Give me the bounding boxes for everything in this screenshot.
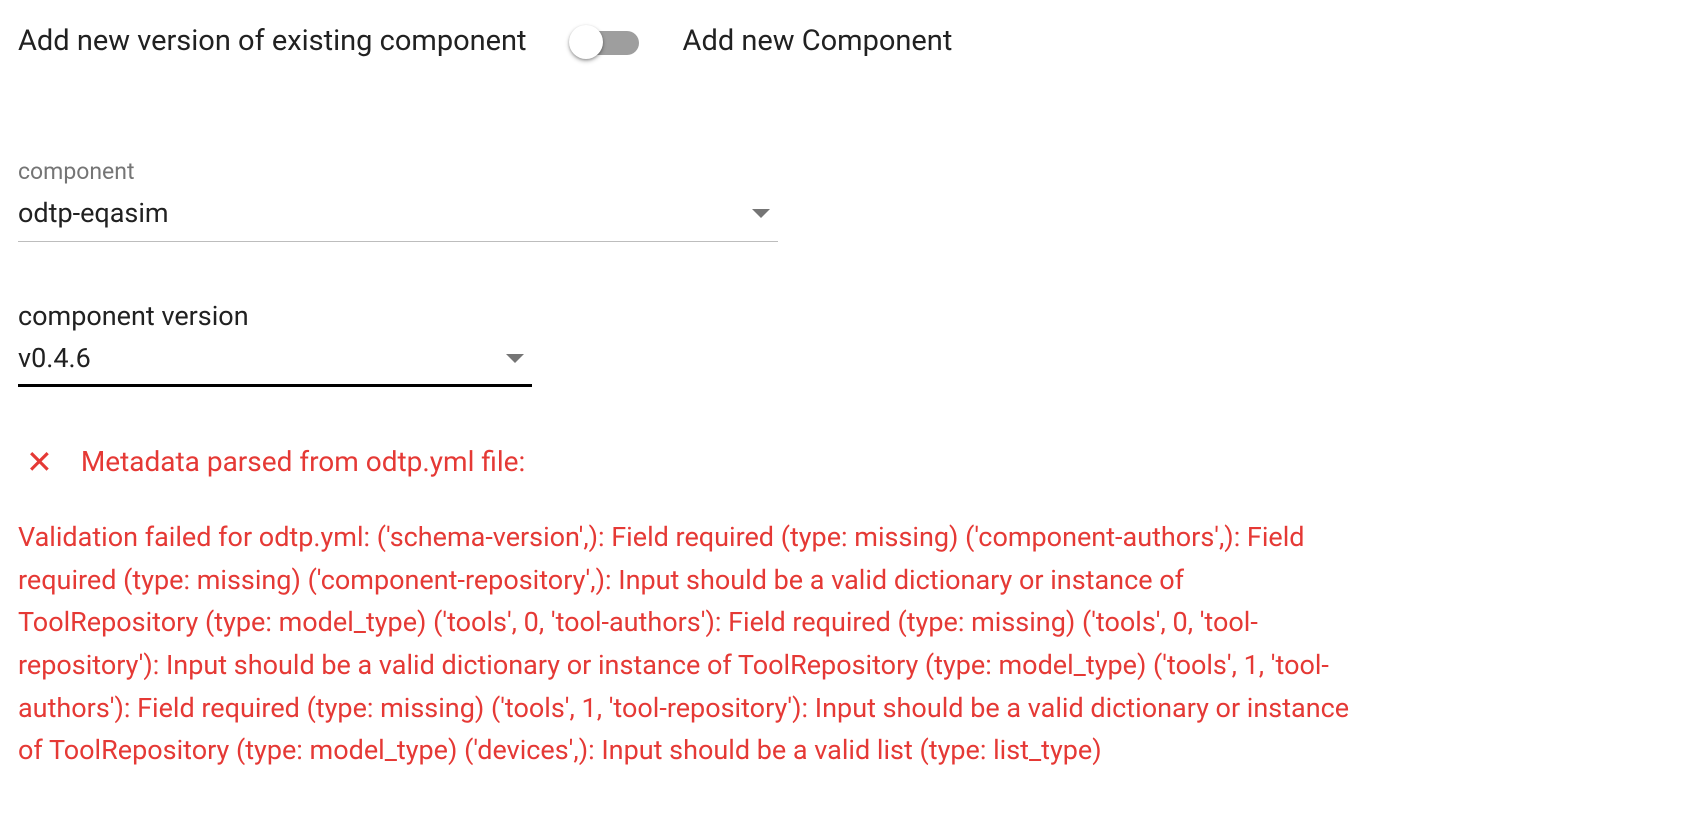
error-header: ✕ Metadata parsed from odtp.yml file: (18, 445, 1690, 478)
component-select-value: odtp-eqasim (18, 197, 169, 229)
component-label: component (18, 158, 1690, 185)
version-label: component version (18, 300, 1690, 332)
component-select[interactable]: odtp-eqasim (18, 193, 778, 242)
close-icon: ✕ (18, 446, 53, 478)
mode-toggle[interactable] (571, 27, 639, 55)
error-message: Validation failed for odtp.yml: ('schema… (18, 516, 1358, 772)
toggle-label-right: Add new Component (683, 24, 953, 58)
version-select-value: v0.4.6 (18, 342, 91, 374)
chevron-down-icon (752, 209, 770, 218)
toggle-label-left: Add new version of existing component (18, 24, 527, 58)
chevron-down-icon (506, 354, 524, 363)
error-title: Metadata parsed from odtp.yml file: (81, 445, 525, 478)
version-select[interactable]: v0.4.6 (18, 338, 532, 387)
version-field-group: component version v0.4.6 (18, 300, 1690, 387)
mode-toggle-row: Add new version of existing component Ad… (18, 24, 1690, 58)
component-field-group: component odtp-eqasim (18, 158, 1690, 242)
switch-thumb (569, 25, 603, 59)
